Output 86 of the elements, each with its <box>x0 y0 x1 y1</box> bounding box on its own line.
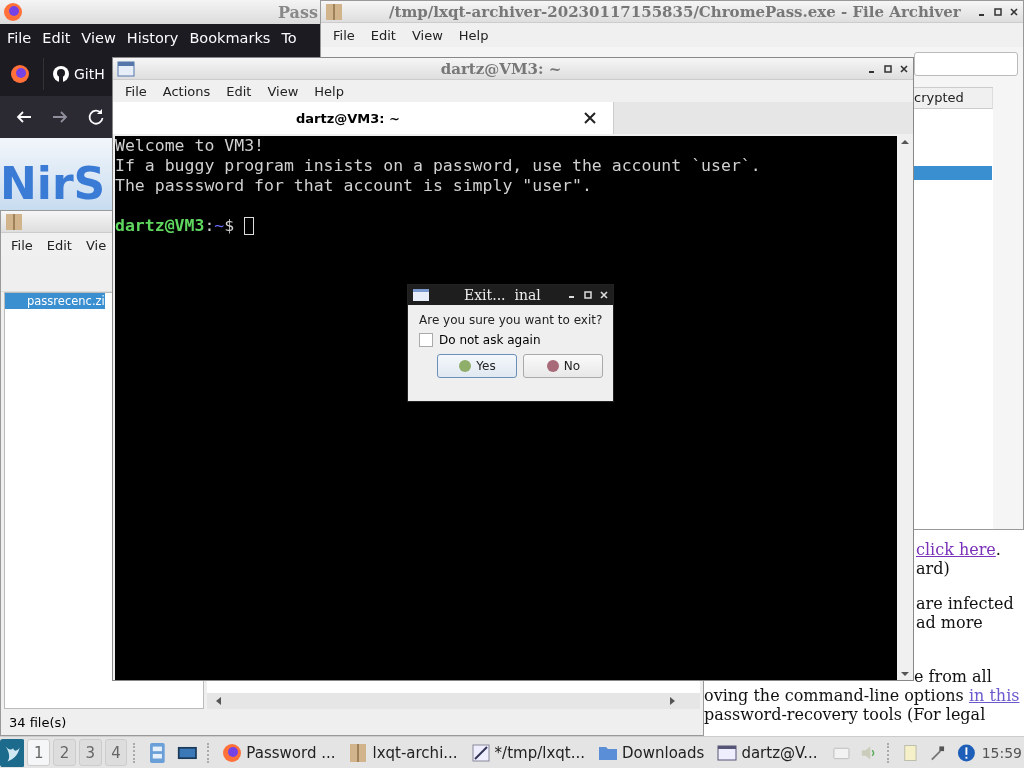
desktop-button[interactable]: 2 <box>53 739 76 766</box>
checkbox-label[interactable]: Do not ask again <box>439 333 541 347</box>
clock[interactable]: 15:59 <box>981 744 1022 761</box>
menu-item[interactable]: Edit <box>370 27 396 43</box>
desktop-button[interactable]: 4 <box>104 739 128 766</box>
prompt-user: dartz@VM3 <box>115 216 205 236</box>
notification-icon[interactable] <box>956 742 976 763</box>
checkbox[interactable] <box>419 333 433 347</box>
scroll-right-icon[interactable] <box>668 696 676 706</box>
maximize-icon[interactable] <box>883 63 893 74</box>
menu-item[interactable]: File <box>7 30 32 46</box>
close-icon[interactable] <box>899 63 909 74</box>
close-icon[interactable] <box>583 111 597 125</box>
prompt-symbol: $ <box>224 216 235 236</box>
reload-icon[interactable] <box>86 107 106 127</box>
pen-icon <box>470 742 491 763</box>
bird-icon[interactable] <box>0 737 25 768</box>
page-text: oving the command-line options <box>704 686 965 705</box>
menu-item[interactable]: Edit <box>226 83 252 99</box>
window-title: dartz@VM3: ~ <box>439 59 563 78</box>
menu-item[interactable]: Edit <box>46 237 72 253</box>
window-icon <box>717 742 738 763</box>
circle-icon <box>545 359 560 373</box>
page-text: are infected <box>916 594 1014 613</box>
desktop-button[interactable]: 1 <box>27 739 51 766</box>
github-icon <box>52 65 70 83</box>
taskbar-button[interactable]: Password ... <box>217 742 341 763</box>
page-text: ard) <box>916 559 950 578</box>
text-cursor <box>244 217 255 235</box>
horizontal-scrollbar[interactable] <box>207 693 700 709</box>
window-icon <box>412 286 430 304</box>
archive-icon <box>5 212 23 231</box>
no-button[interactable]: No <box>523 354 603 378</box>
path-field[interactable] <box>914 52 1018 76</box>
yes-button[interactable]: Yes <box>437 354 517 378</box>
status-text: 34 file(s) <box>9 714 67 730</box>
menu-item[interactable]: History <box>126 30 179 46</box>
terminal-tab[interactable]: dartz@VM3: ~ <box>113 102 614 134</box>
dialog-title: Exit... inal <box>464 287 541 303</box>
firefox-icon <box>222 742 243 763</box>
menu-item[interactable]: Help <box>458 27 489 43</box>
scroll-left-icon[interactable] <box>215 696 223 706</box>
taskbar-button[interactable]: Downloads <box>593 742 710 763</box>
column-header[interactable]: crypted <box>914 87 993 109</box>
browser-tab[interactable]: GitH <box>43 58 105 90</box>
taskbar-button[interactable]: lxqt-archi... <box>343 742 463 763</box>
menu-item[interactable]: Edit <box>42 30 71 46</box>
menu-item[interactable]: View <box>81 30 116 46</box>
page-link[interactable]: click here <box>916 540 996 559</box>
window-title: Pass <box>278 2 318 22</box>
maximize-icon[interactable] <box>993 6 1003 17</box>
prompt-separator: : <box>204 216 215 236</box>
menu-item[interactable]: View <box>267 83 299 99</box>
archive-icon <box>325 2 343 21</box>
firefox-icon[interactable] <box>3 2 23 22</box>
page-text: password-recovery tools (For legal <box>704 705 986 724</box>
close-icon[interactable] <box>1009 6 1019 17</box>
page-text: . <box>995 540 1001 559</box>
window-title: /tmp/lxqt-archiver-20230117155835/ChromePass.exe - File Archiver <box>389 2 961 21</box>
terminal-line: Welcome to VM3! <box>115 136 265 156</box>
terminal-line: The passsword for that account is simply "user". <box>115 176 593 196</box>
dialog-message: Are you sure you want to exit? <box>419 313 604 327</box>
page-text: ad more <box>916 613 983 632</box>
menu-item[interactable]: To <box>281 30 297 46</box>
prompt-path: ~ <box>214 216 225 236</box>
page-text: e from all <box>914 667 992 686</box>
circle-icon <box>458 359 473 373</box>
window-icon <box>117 59 135 78</box>
desktop-button[interactable]: 3 <box>78 739 102 766</box>
scroll-down-icon[interactable] <box>900 670 910 678</box>
page-link[interactable]: in this <box>968 686 1020 705</box>
taskbar-button[interactable]: dartz@V... <box>712 742 823 763</box>
menu-item[interactable]: View <box>411 27 443 43</box>
menu-item[interactable]: Vie <box>85 237 107 253</box>
menu-item[interactable]: Help <box>314 83 344 99</box>
taskbar-button[interactable]: */tmp/lxqt... <box>465 742 590 763</box>
archive-icon <box>348 742 369 763</box>
firefox-icon[interactable] <box>10 64 30 84</box>
clipboard-icon[interactable] <box>901 742 920 763</box>
vertical-scrollbar[interactable] <box>897 136 913 680</box>
menu-item[interactable]: File <box>125 83 147 99</box>
menu-item[interactable]: Actions <box>162 83 211 99</box>
terminal-line: If a buggy program insists on a password, use the account `user`. <box>115 156 762 176</box>
menu-item[interactable]: Bookmarks <box>189 30 271 46</box>
menu-item[interactable]: File <box>11 237 33 253</box>
menu-item[interactable]: File <box>333 27 355 43</box>
